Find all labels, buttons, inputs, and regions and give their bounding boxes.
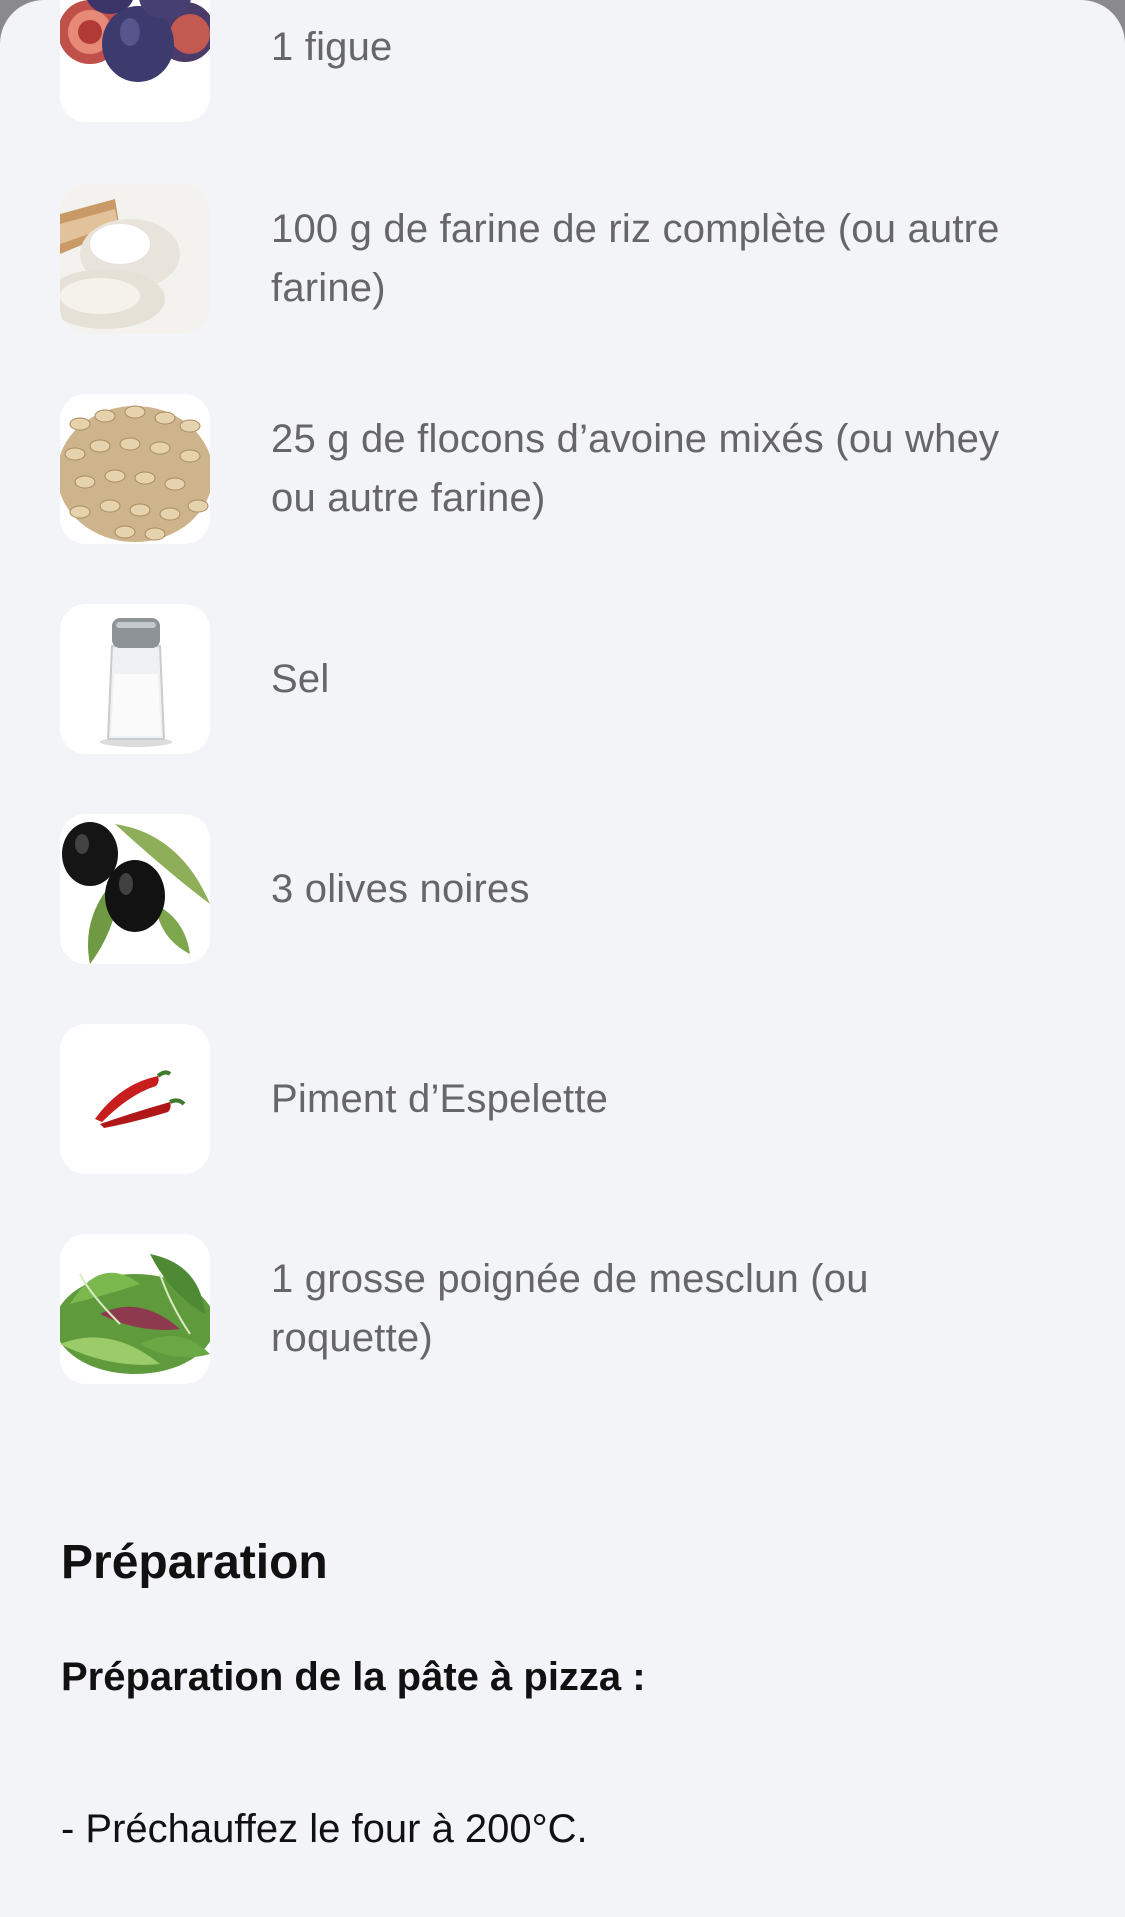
subsection-title: Préparation de la pâte à pizza : — [61, 1655, 646, 1699]
section-title: Préparation — [61, 1536, 328, 1589]
chili-pepper-icon — [60, 1024, 210, 1174]
ingredient-label: Piment d’Espelette — [271, 1076, 609, 1121]
ingredient-label: 1 grosse poignée de mesclun (ou roquette… — [271, 1257, 869, 1360]
ingredient-item: 1 grosse poignée de mesclun (ou roquette… — [0, 1234, 1125, 1384]
ingredient-label: Sel — [271, 656, 330, 701]
ingredient-item: Sel — [0, 604, 1125, 754]
preparation-step: - Préchauffez le four à 200°C. — [61, 1807, 588, 1851]
ingredient-item: 25 g de flocons d’avoine mixés (ou whey … — [0, 394, 1125, 544]
ingredient-label: 100 g de farine de riz complète (ou autr… — [271, 207, 1000, 310]
ingredient-item: 1 figue — [0, 0, 1125, 122]
oats-icon — [60, 394, 210, 544]
ingredient-label: 25 g de flocons d’avoine mixés (ou whey … — [271, 417, 1000, 520]
ingredient-label: 1 figue — [271, 24, 393, 69]
recipe-sheet: 1 figue 100 g de farine de riz complète … — [0, 0, 1125, 1917]
salad-greens-icon — [60, 1234, 210, 1384]
salt-shaker-icon — [60, 604, 210, 754]
olives-icon — [60, 814, 210, 964]
fig-icon — [60, 0, 210, 122]
ingredient-item: Piment d’Espelette — [0, 1024, 1125, 1174]
ingredient-item: 3 olives noires — [0, 814, 1125, 964]
ingredient-label: 3 olives noires — [271, 866, 530, 911]
ingredient-item: 100 g de farine de riz complète (ou autr… — [0, 184, 1125, 334]
flour-icon — [60, 184, 210, 334]
